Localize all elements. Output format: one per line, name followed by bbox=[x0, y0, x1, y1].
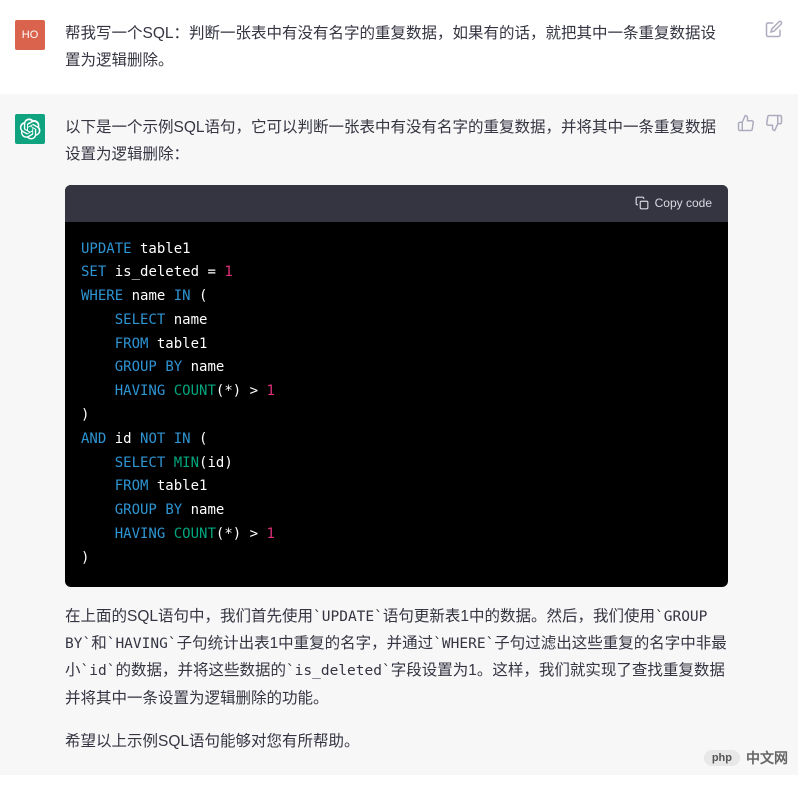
thumbs-down-icon[interactable] bbox=[765, 114, 783, 132]
copy-code-label: Copy code bbox=[655, 193, 712, 214]
copy-code-button[interactable]: Copy code bbox=[635, 193, 712, 214]
chat-container: HO 帮我写一个SQL：判断一张表中有没有名字的重复数据，如果有的话，就把其中一… bbox=[0, 0, 798, 775]
assistant-message-content: 以下是一个示例SQL语句，它可以判断一张表中有没有名字的重复数据，并将其中一条重… bbox=[65, 114, 798, 755]
clipboard-icon bbox=[635, 196, 649, 210]
assistant-actions bbox=[737, 114, 783, 132]
watermark-badge: php bbox=[704, 750, 740, 766]
user-avatar-label: HO bbox=[22, 29, 39, 41]
watermark: php 中文网 bbox=[704, 748, 788, 768]
watermark-text: 中文网 bbox=[746, 748, 788, 768]
user-message-text: 帮我写一个SQL：判断一张表中有没有名字的重复数据，如果有的话，就把其中一条重复… bbox=[65, 20, 728, 74]
code-content: UPDATE table1 SET is_deleted = 1 WHERE n… bbox=[65, 222, 728, 587]
code-block: Copy code UPDATE table1 SET is_deleted =… bbox=[65, 185, 728, 587]
assistant-closing: 希望以上示例SQL语句能够对您有所帮助。 bbox=[65, 728, 728, 755]
edit-icon[interactable] bbox=[765, 20, 783, 38]
assistant-explanation: 在上面的SQL语句中，我们首先使用`UPDATE`语句更新表1中的数据。然后，我… bbox=[65, 603, 728, 712]
user-message-row: HO 帮我写一个SQL：判断一张表中有没有名字的重复数据，如果有的话，就把其中一… bbox=[0, 0, 798, 94]
user-actions bbox=[765, 20, 783, 38]
assistant-message-row: 以下是一个示例SQL语句，它可以判断一张表中有没有名字的重复数据，并将其中一条重… bbox=[0, 94, 798, 775]
thumbs-up-icon[interactable] bbox=[737, 114, 755, 132]
openai-logo-icon bbox=[19, 118, 41, 140]
code-header: Copy code bbox=[65, 185, 728, 222]
user-avatar: HO bbox=[15, 20, 45, 50]
assistant-intro: 以下是一个示例SQL语句，它可以判断一张表中有没有名字的重复数据，并将其中一条重… bbox=[65, 114, 728, 168]
user-message-content: 帮我写一个SQL：判断一张表中有没有名字的重复数据，如果有的话，就把其中一条重复… bbox=[65, 20, 798, 74]
assistant-avatar bbox=[15, 114, 45, 144]
